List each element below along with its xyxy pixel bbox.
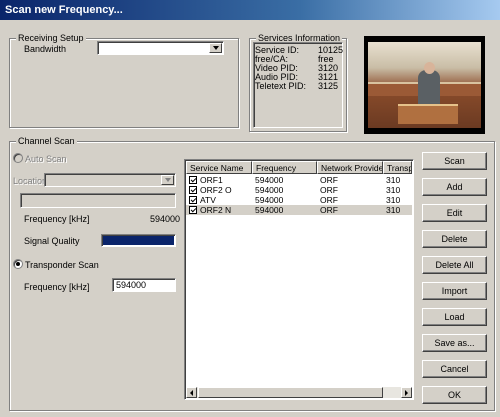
signal-quality-fill [103, 236, 174, 245]
service-provider: ORF [320, 195, 338, 205]
service-provider: ORF [320, 175, 338, 185]
delete-button[interactable]: Delete [422, 230, 487, 248]
service-name: ORF2 O [200, 185, 232, 195]
service-name: ATV [200, 195, 216, 205]
checkmark-icon[interactable] [189, 186, 197, 194]
auto-scan-label: Auto Scan [25, 154, 67, 164]
service-transponder: 310 [386, 205, 401, 215]
arrow-right-icon[interactable] [401, 387, 412, 398]
teletext-pid-label: Teletext PID: [255, 81, 307, 91]
location-label: Location [13, 176, 48, 186]
horizontal-scrollbar[interactable] [186, 387, 412, 398]
video-preview [364, 36, 485, 134]
service-provider: ORF [320, 205, 338, 215]
delete-all-button[interactable]: Delete All [422, 256, 487, 274]
service-transponder: 310 [386, 185, 401, 195]
location-detail-field [20, 193, 176, 208]
transponder-frequency-label: Frequency [kHz] [24, 282, 90, 292]
services-list[interactable]: Service Name Frequency Network Provider … [184, 159, 414, 400]
services-list-header: Service Name Frequency Network Provider … [186, 161, 412, 174]
service-name: ORF1 [200, 175, 223, 185]
window-title-bar: Scan new Frequency... [0, 0, 500, 20]
arrow-left-icon[interactable] [186, 387, 197, 398]
table-row[interactable]: ORF2 O 594000 ORF 310 [186, 185, 412, 195]
cancel-button[interactable]: Cancel [422, 360, 487, 378]
bandwidth-label: Bandwidth [24, 44, 67, 54]
auto-scan-radio[interactable] [13, 153, 23, 163]
table-row[interactable]: ATV 594000 ORF 310 [186, 195, 412, 205]
column-frequency[interactable]: Frequency [252, 161, 317, 174]
load-button[interactable]: Load [422, 308, 487, 326]
bandwidth-select[interactable] [97, 41, 224, 55]
transponder-scan-label: Transponder Scan [25, 260, 99, 270]
service-frequency: 594000 [255, 205, 284, 215]
location-select[interactable] [44, 173, 176, 187]
frequency-value: 594000 [150, 214, 181, 224]
transponder-scan-radio[interactable] [13, 259, 23, 269]
service-transponder: 310 [386, 195, 401, 205]
table-row[interactable]: ORF1 594000 ORF 310 [186, 175, 412, 185]
column-service-name[interactable]: Service Name [186, 161, 252, 174]
window-title: Scan new Frequency... [5, 4, 123, 16]
save-as-button[interactable]: Save as... [422, 334, 487, 352]
service-frequency: 594000 [255, 175, 284, 185]
checkmark-icon[interactable] [189, 196, 197, 204]
add-button[interactable]: Add [422, 178, 487, 196]
scan-button[interactable]: Scan [422, 152, 487, 170]
channel-scan-title: Channel Scan [16, 136, 77, 146]
service-name: ORF2 N [200, 205, 232, 215]
frequency-label: Frequency [kHz] [24, 214, 90, 224]
edit-button[interactable]: Edit [422, 204, 487, 222]
checkmark-icon[interactable] [189, 206, 197, 214]
transponder-frequency-input[interactable]: 594000 [112, 278, 176, 292]
service-frequency: 594000 [255, 185, 284, 195]
teletext-pid-value: 3125 [318, 81, 339, 91]
signal-quality-bar [101, 234, 176, 247]
signal-quality-label: Signal Quality [24, 236, 80, 246]
checkmark-icon[interactable] [189, 176, 197, 184]
service-frequency: 594000 [255, 195, 284, 205]
table-row[interactable]: ORF2 N 594000 ORF 310 [186, 205, 412, 215]
import-button[interactable]: Import [422, 282, 487, 300]
scrollbar-thumb[interactable] [198, 387, 383, 398]
column-network-provider[interactable]: Network Provider [317, 161, 383, 174]
chevron-down-icon[interactable] [161, 175, 174, 185]
receiving-setup-title: Receiving Setup [16, 33, 86, 43]
column-transponder[interactable]: Transpo [383, 161, 412, 174]
service-transponder: 310 [386, 175, 401, 185]
chevron-down-icon[interactable] [209, 43, 222, 53]
service-provider: ORF [320, 185, 338, 195]
ok-button[interactable]: OK [422, 386, 487, 404]
